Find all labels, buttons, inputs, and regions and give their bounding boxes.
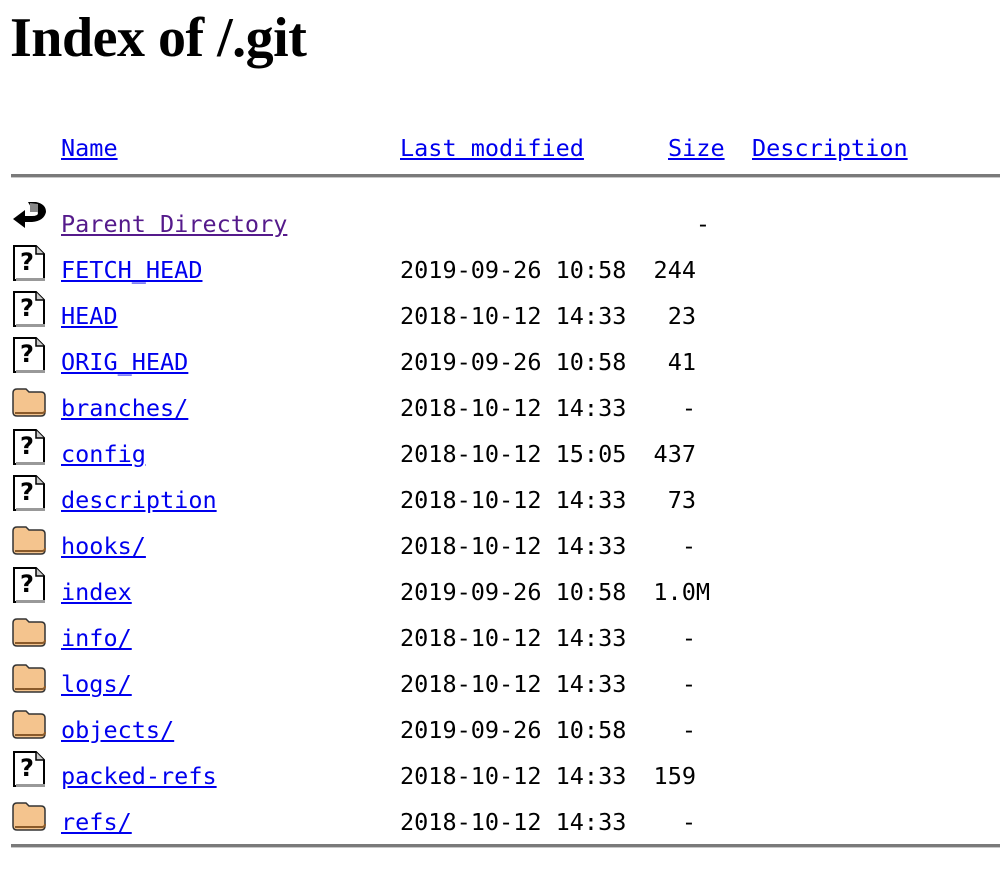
file-link[interactable]: ORIG_HEAD (61, 348, 188, 376)
svg-text:?: ? (20, 570, 34, 598)
svg-text:?: ? (20, 478, 34, 506)
sort-by-description-link[interactable]: Description (752, 134, 908, 164)
sort-by-size-link[interactable]: Size (668, 134, 725, 164)
file-link[interactable]: refs/ (61, 808, 132, 836)
file-link[interactable]: description (61, 486, 217, 514)
last-modified: 2018-10-12 14:33 (400, 624, 627, 652)
table-row: info/2018-10-12 14:33 - (0, 613, 1000, 659)
table-row: logs/2018-10-12 14:33 - (0, 659, 1000, 705)
footer-divider (11, 844, 1000, 848)
unknown-file-icon: ? (12, 245, 46, 281)
last-modified: 2018-10-12 15:05 (400, 440, 627, 468)
svg-text:?: ? (20, 754, 34, 782)
folder-icon (12, 705, 46, 741)
table-row: branches/2018-10-12 14:33 - (0, 383, 1000, 429)
folder-icon (12, 659, 46, 695)
file-link[interactable]: packed-refs (61, 762, 217, 790)
folder-icon (12, 613, 46, 649)
file-size: 159 (653, 762, 696, 790)
folder-icon (12, 521, 46, 557)
unknown-file-icon: ? (12, 337, 46, 373)
last-modified: 2019-09-26 10:58 (400, 716, 627, 744)
last-modified: 2018-10-12 14:33 (400, 486, 627, 514)
file-link[interactable]: FETCH_HEAD (61, 256, 202, 284)
file-link[interactable]: hooks/ (61, 532, 146, 560)
sort-by-last-modified-link[interactable]: Last modified (400, 134, 584, 164)
sort-by-name-link[interactable]: Name (61, 134, 118, 164)
last-modified: 2018-10-12 14:33 (400, 302, 627, 330)
back-icon (12, 199, 46, 235)
table-row: ? HEAD 2018-10-12 14:33 23 (0, 291, 1000, 337)
file-size: - (681, 532, 696, 560)
file-size: - (681, 394, 696, 422)
unknown-file-icon: ? (12, 291, 46, 327)
table-row: Parent Directory - (0, 199, 1000, 245)
file-link[interactable]: HEAD (61, 302, 118, 330)
file-link[interactable]: objects/ (61, 716, 174, 744)
table-row: objects/2019-09-26 10:58 - (0, 705, 1000, 751)
parent-directory-link[interactable]: Parent Directory (61, 210, 287, 238)
file-size: 73 (667, 486, 696, 514)
file-size: - (695, 210, 710, 238)
folder-icon (12, 383, 46, 419)
table-row: refs/2018-10-12 14:33 - (0, 797, 1000, 843)
last-modified: 2019-09-26 10:58 (400, 256, 627, 284)
file-size: 244 (653, 256, 696, 284)
file-size: - (681, 716, 696, 744)
table-row: ? packed-refs 2018-10-12 14:33 159 (0, 751, 1000, 797)
file-size: 23 (667, 302, 696, 330)
unknown-file-icon: ? (12, 751, 46, 787)
svg-text:?: ? (20, 294, 34, 322)
file-link[interactable]: logs/ (61, 670, 132, 698)
last-modified: 2018-10-12 14:33 (400, 394, 627, 422)
file-size: 437 (653, 440, 696, 468)
page-title: Index of /.git (10, 7, 307, 69)
last-modified: 2018-10-12 14:33 (400, 808, 627, 836)
file-link[interactable]: index (61, 578, 132, 606)
table-row: ? config 2018-10-12 15:05 437 (0, 429, 1000, 475)
file-size: - (681, 808, 696, 836)
table-row: ? FETCH_HEAD 2019-09-26 10:58 244 (0, 245, 1000, 291)
unknown-file-icon: ? (12, 429, 46, 465)
svg-text:?: ? (20, 340, 34, 368)
last-modified: 2018-10-12 14:33 (400, 532, 627, 560)
svg-text:?: ? (20, 432, 34, 460)
file-size: - (681, 670, 696, 698)
table-row: ? ORIG_HEAD 2019-09-26 10:58 41 (0, 337, 1000, 383)
folder-icon (12, 797, 46, 833)
svg-text:?: ? (20, 248, 34, 276)
unknown-file-icon: ? (12, 475, 46, 511)
file-link[interactable]: info/ (61, 624, 132, 652)
table-row: ? index 2019-09-26 10:58 1.0M (0, 567, 1000, 613)
last-modified: 2018-10-12 14:33 (400, 670, 627, 698)
last-modified: 2019-09-26 10:58 (400, 348, 627, 376)
file-link[interactable]: branches/ (61, 394, 188, 422)
header-divider (11, 174, 1000, 178)
unknown-file-icon: ? (12, 567, 46, 603)
last-modified: 2018-10-12 14:33 (400, 762, 627, 790)
table-row: hooks/2018-10-12 14:33 - (0, 521, 1000, 567)
file-link[interactable]: config (61, 440, 146, 468)
file-size: - (681, 624, 696, 652)
last-modified: 2019-09-26 10:58 (400, 578, 627, 606)
file-size: 41 (667, 348, 696, 376)
table-row: ? description 2018-10-12 14:33 73 (0, 475, 1000, 521)
file-size: 1.0M (653, 578, 710, 606)
